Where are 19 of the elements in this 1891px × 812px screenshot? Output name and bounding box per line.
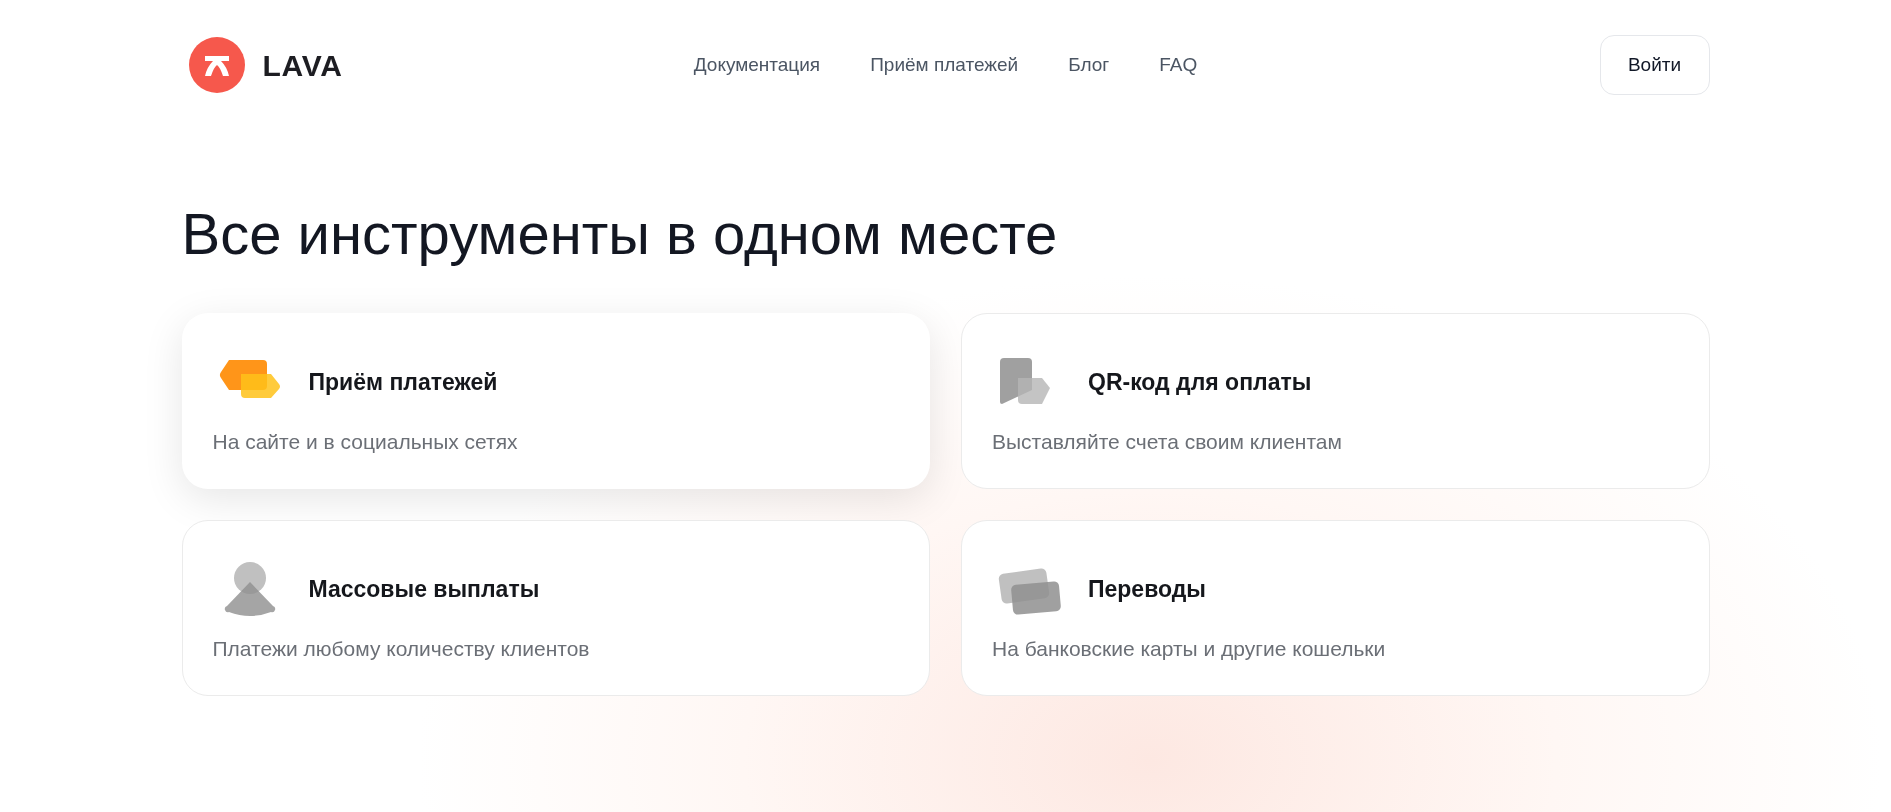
nav-link[interactable]: Приём платежей bbox=[870, 50, 1019, 80]
nav-link[interactable]: Документация bbox=[693, 50, 821, 80]
nav-link[interactable]: Блог bbox=[1068, 50, 1110, 80]
card-title: Массовые выплаты bbox=[308, 574, 540, 604]
card-subtitle: На сайте и в социальных сетях bbox=[212, 429, 519, 455]
card-title: Приём платежей bbox=[308, 367, 498, 397]
service-card[interactable]: Приём платежей На сайте и в социальных сетях bbox=[181, 313, 930, 489]
service-card[interactable]: Переводы На банковские карты и другие кошельки bbox=[961, 520, 1710, 696]
nav-link[interactable]: FAQ bbox=[1159, 50, 1198, 80]
service-card[interactable]: QR-код для оплаты Выставляйте счета своим клиентам bbox=[961, 313, 1710, 489]
service-card[interactable]: Массовые выплаты Платежи любому количеству клиентов bbox=[181, 520, 930, 696]
card-title: Переводы bbox=[1088, 574, 1206, 604]
logo-icon bbox=[188, 37, 245, 93]
card-subtitle: На банковские карты и другие кошельки bbox=[992, 636, 1387, 662]
login-button[interactable]: Войти bbox=[1599, 35, 1710, 95]
card-title: QR-код для оплаты bbox=[1088, 367, 1312, 397]
logo-text: LAVA bbox=[262, 47, 343, 84]
card-subtitle: Выставляйте счета своим клиентам bbox=[992, 429, 1343, 455]
card-subtitle: Платежи любому количеству клиентов bbox=[212, 636, 591, 662]
